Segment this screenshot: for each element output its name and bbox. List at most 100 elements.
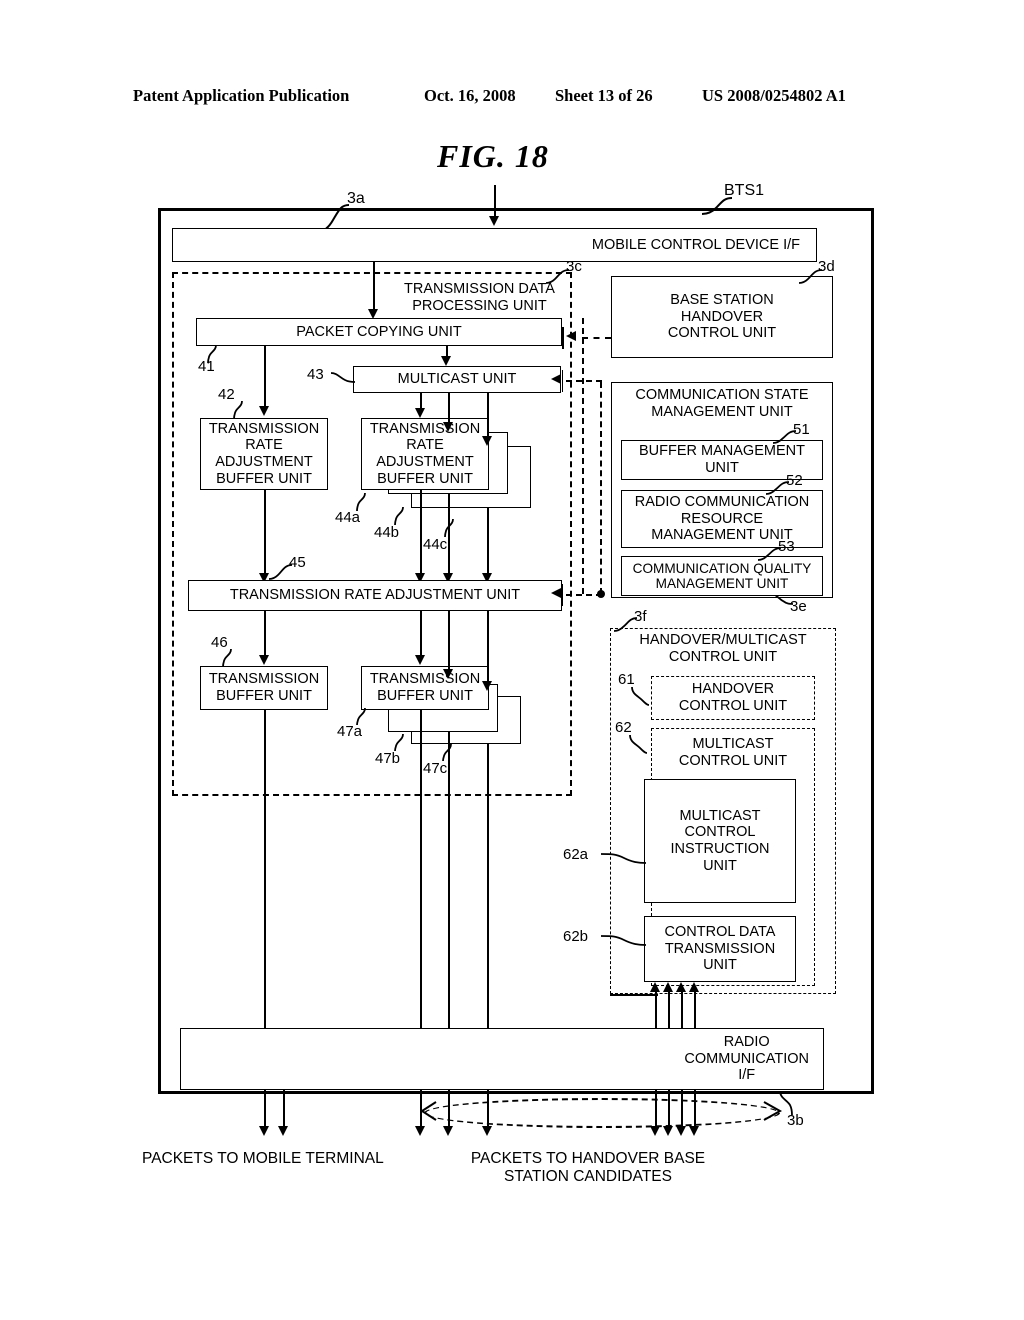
control-bus-junction-dot <box>597 590 605 598</box>
control-bus-tick-2 <box>562 370 563 392</box>
csmu-title-line2: MANAGEMENT UNIT <box>651 403 793 420</box>
caption-packets-to-handover-candidates: PACKETS TO HANDOVER BASE STATION CANDIDA… <box>440 1150 736 1185</box>
rate-to-47c-arrow <box>482 681 492 691</box>
control-bus-to-rate-adjust-arrow <box>551 588 561 598</box>
packet-copying-unit-label: PACKET COPYING UNIT <box>296 323 462 340</box>
path-to-mobile-1-arrow <box>259 1126 269 1136</box>
multicast-control-unit-title: MULTICAST CONTROL UNIT <box>651 736 815 769</box>
control-data-transmission-unit-block: CONTROL DATA TRANSMISSION UNIT <box>644 916 796 982</box>
control-bus-3d-to-copy-arrow <box>566 331 576 341</box>
transmission-rate-adjustment-buffer-left: TRANSMISSION RATE ADJUSTMENT BUFFER UNIT <box>200 418 328 490</box>
rate-to-47b-arrow <box>443 669 453 679</box>
path-to-candidate-2-arrow <box>443 1126 453 1136</box>
packet-copy-feed-line <box>373 262 375 311</box>
input-feed-line <box>494 185 496 219</box>
ref-47c-leader-line <box>442 743 452 762</box>
buffer-management-unit-label: BUFFER MANAGEMENT UNIT <box>639 443 805 476</box>
ctrl-line-3-arrow <box>676 982 686 992</box>
path-to-candidate-1-arrow <box>415 1126 425 1136</box>
figure-title: FIG. 18 <box>437 138 549 174</box>
ref-53-leader-line <box>757 547 782 561</box>
ctrl-line-4-arrow <box>689 982 699 992</box>
transmission-rate-adjustment-unit-block: TRANSMISSION RATE ADJUSTMENT UNIT <box>188 580 562 611</box>
input-feed-arrow <box>489 216 499 226</box>
ctrl-line-3-down-arrow <box>676 1126 686 1136</box>
control-bus-tick-3 <box>562 584 563 606</box>
rate-to-47c-line <box>487 611 489 683</box>
patent-figure-page: Patent Application Publication Oct. 16, … <box>0 0 1024 1320</box>
transmission-buffer-unit-right: TRANSMISSION BUFFER UNIT <box>361 666 489 710</box>
csmu-title-line1: COMMUNICATION STATE <box>635 387 809 403</box>
control-bus-3e-to-multicast-arrow <box>551 374 561 384</box>
patent-number: US 2008/0254802 A1 <box>702 86 846 105</box>
multicast-unit-block: MULTICAST UNIT <box>353 366 561 393</box>
hmcu-title-line1: HANDOVER/MULTICAST <box>639 632 807 648</box>
control-data-transmission-label: CONTROL DATA TRANSMISSION UNIT <box>664 924 776 974</box>
ref-62a-leader-line <box>600 853 647 864</box>
radio-communication-if-label: RADIO COMMUNICATION I/F <box>684 1034 809 1084</box>
hmcu-title-line2: CONTROL UNIT <box>668 648 778 665</box>
b44c-to-rate-line <box>487 508 489 575</box>
mc-to-44b-line <box>448 393 450 425</box>
rate-to-47a-line <box>420 611 422 657</box>
ref-62a: 62a <box>563 846 589 863</box>
tx-buffer-left-label: TRANSMISSION BUFFER UNIT <box>208 671 320 704</box>
ref-41-leader-line <box>207 344 217 364</box>
mobile-control-device-if-block: MOBILE CONTROL DEVICE I/F <box>172 228 817 262</box>
bts1-leader-line <box>701 197 733 215</box>
base-station-handover-label: BASE STATION HANDOVER CONTROL UNIT <box>667 292 777 342</box>
packet-copying-unit-block: PACKET COPYING UNIT <box>196 318 562 346</box>
ref-61-leader-line <box>631 686 650 706</box>
ref-62-leader-line <box>629 734 648 754</box>
ref-62b: 62b <box>563 928 589 945</box>
mobile-control-device-if-label: MOBILE CONTROL DEVICE I/F <box>591 236 800 253</box>
mc-to-44c-line <box>487 393 489 438</box>
rate-to-47a-arrow <box>415 655 425 665</box>
mcu-title-line2: CONTROL UNIT <box>678 752 788 769</box>
handover-multicast-ctrl-title: HANDOVER/MULTICAST CONTROL UNIT <box>610 632 836 665</box>
caption-packets-to-mobile-terminal: PACKETS TO MOBILE TERMINAL <box>142 1150 384 1167</box>
caption-handover-line2: STATION CANDIDATES <box>504 1167 672 1185</box>
ctrl-line-2-down-arrow <box>663 1126 673 1136</box>
caption-handover-line1: PACKETS TO HANDOVER BASE <box>470 1150 706 1167</box>
ref-44b: 44b <box>374 524 400 541</box>
antenna-right-tip <box>763 1101 783 1121</box>
ctrl-line-1-arrow <box>650 982 660 992</box>
publication-label: Patent Application Publication <box>133 86 350 105</box>
tx-rate-buffer-left-label: TRANSMISSION RATE ADJUSTMENT BUFFER UNIT <box>208 420 320 487</box>
rate-to-46-line <box>264 611 266 657</box>
publication-date: Oct. 16, 2008 <box>424 86 516 105</box>
transmission-rate-adjustment-unit-label: TRANSMISSION RATE ADJUSTMENT UNIT <box>229 587 521 604</box>
ref-47b-leader-line <box>394 733 404 752</box>
mc-to-44a-arrow <box>415 408 425 418</box>
copy-to-multicast-arrow <box>441 356 451 366</box>
copy-to-left-buffer-line <box>264 346 266 408</box>
mc-to-44c-arrow <box>482 436 492 446</box>
transmission-rate-adjustment-buffer-right: TRANSMISSION RATE ADJUSTMENT BUFFER UNIT <box>361 418 489 490</box>
ref-44b-leader-line <box>394 506 404 526</box>
control-bus-3e-vertical <box>600 382 602 594</box>
ctrl-line-1-down-arrow <box>650 1126 660 1136</box>
tdpu-title-line1: TRANSMISSION DATA <box>404 281 555 297</box>
radio-communication-if-block: RADIO COMMUNICATION I/F <box>180 1028 824 1090</box>
handover-control-unit-block: HANDOVER CONTROL UNIT <box>651 676 815 720</box>
multicast-control-instruction-label: MULTICAST CONTROL INSTRUCTION UNIT <box>670 807 770 874</box>
ctrl-line-2-arrow <box>663 982 673 992</box>
ref-44a-leader-line <box>356 492 366 512</box>
ref-47c: 47c <box>423 760 448 777</box>
ref-43: 43 <box>307 366 324 383</box>
b42-to-rate-line <box>264 490 266 575</box>
antenna-ellipse <box>424 1098 780 1128</box>
ref-62b-leader-line <box>600 935 647 946</box>
mc-to-44b-arrow <box>443 422 453 432</box>
comm-quality-mgmt-label: COMMUNICATION QUALITY MANAGEMENT UNIT <box>632 560 812 591</box>
radio-resource-mgmt-label: RADIO COMMUNICATION RESOURCE MANAGEMENT … <box>634 494 810 544</box>
comm-state-mgmt-title: COMMUNICATION STATE MANAGEMENT UNIT <box>611 387 833 420</box>
ref-47b: 47b <box>375 750 401 767</box>
communication-quality-management-unit-block: COMMUNICATION QUALITY MANAGEMENT UNIT <box>621 556 823 596</box>
ref-3d-leader-line <box>798 269 823 284</box>
path-to-candidate-3-arrow <box>482 1126 492 1136</box>
b44a-to-rate-line <box>420 490 422 575</box>
ref-45-leader-line <box>268 564 293 580</box>
tx-buffer-right-label: TRANSMISSION BUFFER UNIT <box>369 671 481 704</box>
